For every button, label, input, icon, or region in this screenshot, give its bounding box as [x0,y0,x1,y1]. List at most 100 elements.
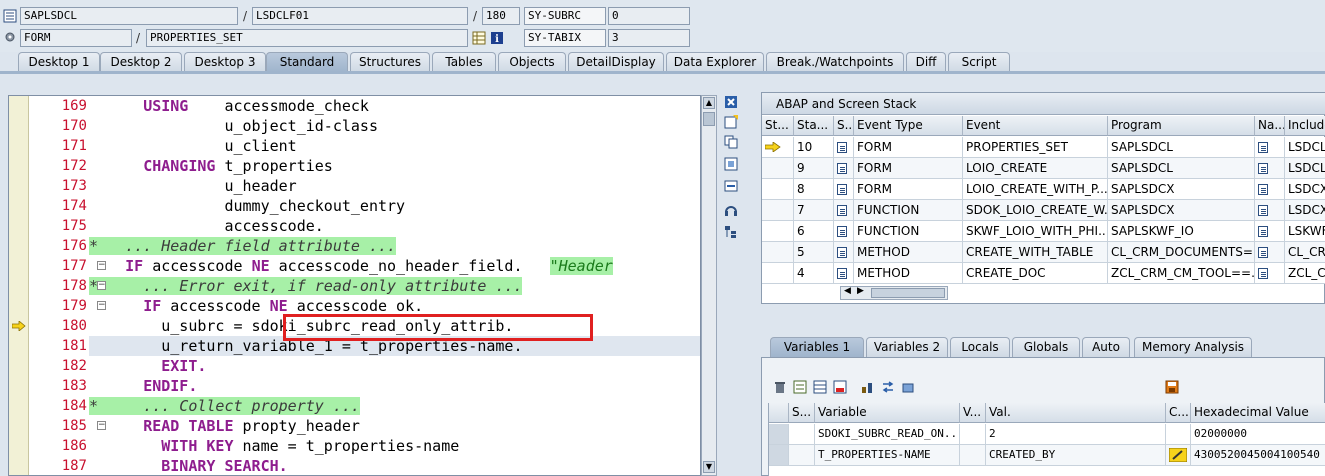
stack-event[interactable]: CREATE_WITH_TABLE [963,242,1108,263]
scroll-up-button[interactable]: ▲ [703,97,715,109]
stack-event[interactable]: LOIO_CREATE_WITH_P... [963,179,1108,200]
edit-pencil-icon[interactable] [1166,445,1191,466]
stack-event-type[interactable]: FUNCTION [854,221,963,242]
navigate-icon[interactable] [1255,221,1285,242]
tab-script[interactable]: Script [948,52,1010,72]
tab-tables[interactable]: Tables [432,52,496,72]
var-hex[interactable]: 02000000 [1191,424,1325,445]
tab-diff[interactable]: Diff [906,52,946,72]
col-header[interactable]: Sta... [794,116,834,136]
tab-desktop-2[interactable]: Desktop 2 [100,52,182,72]
col-header[interactable]: Hexadecimal Value [1191,403,1325,423]
grid-icon[interactable] [472,31,486,45]
col-header[interactable]: Variable [815,403,960,423]
row-selector[interactable] [769,424,789,445]
headset-icon[interactable] [722,203,740,221]
stack-event-type[interactable]: METHOD [854,263,963,284]
scroll-left-icon[interactable]: ◀ [844,286,851,296]
code-area[interactable]: USING accessmode_check u_object_id-class… [89,96,700,475]
tab-objects[interactable]: Objects [498,52,566,72]
stack-include[interactable]: LSDCXU0 [1285,200,1325,221]
tab-desktop-3[interactable]: Desktop 3 [184,52,266,72]
stack-level[interactable]: 8 [794,179,834,200]
var-name[interactable]: T_PROPERTIES-NAME [815,445,960,466]
new-tool-icon[interactable] [722,115,740,133]
scroll-down-button[interactable]: ▼ [703,461,715,473]
stack-include[interactable]: LSDCLU0 [1285,158,1325,179]
fold-toggle[interactable]: − [97,261,106,270]
navigate-icon[interactable] [1255,137,1285,158]
remove-row-icon[interactable] [832,380,848,396]
navigate-icon[interactable] [1255,179,1285,200]
col-header[interactable]: Event Type [854,116,963,136]
stack-event-type[interactable]: METHOD [854,242,963,263]
stack-program[interactable]: SAPLSDCL [1108,137,1255,158]
stack-level[interactable]: 9 [794,158,834,179]
navigate-icon[interactable] [1255,158,1285,179]
navigate-icon[interactable] [1255,242,1285,263]
sysvar-field-2[interactable]: SY-TABIX [524,29,606,47]
stack-program[interactable]: SAPLSDCL [1108,158,1255,179]
sysval-field-2[interactable]: 3 [608,29,690,47]
fold-toggle[interactable]: − [97,301,106,310]
swap-icon[interactable] [722,179,740,197]
stack-program[interactable]: SAPLSKWF_IO [1108,221,1255,242]
col-header[interactable]: Val. [986,403,1166,423]
tab-globals[interactable]: Globals [1012,337,1080,357]
col-header[interactable]: S... [834,116,854,136]
col-header[interactable]: Program [1108,116,1255,136]
var-hex[interactable]: 4300520045004100540 [1191,445,1325,466]
line-field[interactable]: 180 [482,7,520,25]
stack-event-type[interactable]: FORM [854,137,963,158]
col-header[interactable]: C... [1166,403,1191,423]
scroll-thumb[interactable] [703,112,715,126]
stack-level[interactable]: 4 [794,263,834,284]
tab-breakpoints[interactable]: Break./Watchpoints [766,52,904,72]
info-icon[interactable]: i [490,31,504,45]
table-icon[interactable] [812,380,828,396]
tab-data-explorer[interactable]: Data Explorer [666,52,764,72]
tab-detaildisplay[interactable]: DetailDisplay [568,52,664,72]
stack-event[interactable]: PROPERTIES_SET [963,137,1108,158]
type-field[interactable]: FORM [20,29,132,47]
navigate-icon[interactable] [1255,200,1285,221]
editor-scrollbar[interactable]: ▲ ▼ [701,95,717,476]
sort-icon[interactable] [860,380,876,396]
row-selector[interactable] [769,445,789,466]
var-value[interactable]: 2 [986,424,1166,445]
breakpoint-gutter[interactable] [9,96,29,475]
scroll-right-icon[interactable]: ▶ [857,286,864,296]
stack-program[interactable]: ZCL_CRM_CM_TOOL==... [1108,263,1255,284]
stack-program[interactable]: SAPLSDCX [1108,200,1255,221]
stack-event-type[interactable]: FORM [854,158,963,179]
save-icon[interactable] [1164,380,1180,396]
stack-include[interactable]: ZCL_CR [1285,263,1325,284]
stack-event-type[interactable]: FORM [854,179,963,200]
close-icon[interactable] [722,95,740,113]
delete-icon[interactable] [772,380,788,396]
insert-row-icon[interactable] [792,380,808,396]
var-value[interactable]: CREATED_BY [986,445,1166,466]
col-header[interactable]: Include [1285,116,1325,136]
stack-event[interactable]: LOIO_CREATE [963,158,1108,179]
sysvar-field-1[interactable]: SY-SUBRC [524,7,606,25]
name-field[interactable]: PROPERTIES_SET [146,29,468,47]
stack-event[interactable]: SKWF_LOIO_WITH_PHI... [963,221,1108,242]
tab-standard[interactable]: Standard [266,52,348,72]
stack-event-type[interactable]: FUNCTION [854,200,963,221]
tab-structures[interactable]: Structures [350,52,430,72]
tab-variables-2[interactable]: Variables 2 [866,337,948,357]
navigate-icon[interactable] [1255,263,1285,284]
stack-include[interactable]: CL_CRM [1285,242,1325,263]
stack-level[interactable]: 6 [794,221,834,242]
tab-locals[interactable]: Locals [950,337,1010,357]
tab-desktop-1[interactable]: Desktop 1 [18,52,100,72]
var-name[interactable]: SDOKI_SUBRC_READ_ON... [815,424,960,445]
col-header[interactable] [769,403,789,423]
stack-level[interactable]: 5 [794,242,834,263]
tab-auto[interactable]: Auto [1082,337,1130,357]
folder-icon[interactable] [900,380,916,396]
col-header[interactable]: St... [762,116,794,136]
stack-event[interactable]: SDOK_LOIO_CREATE_W... [963,200,1108,221]
stack-program[interactable]: SAPLSDCX [1108,179,1255,200]
